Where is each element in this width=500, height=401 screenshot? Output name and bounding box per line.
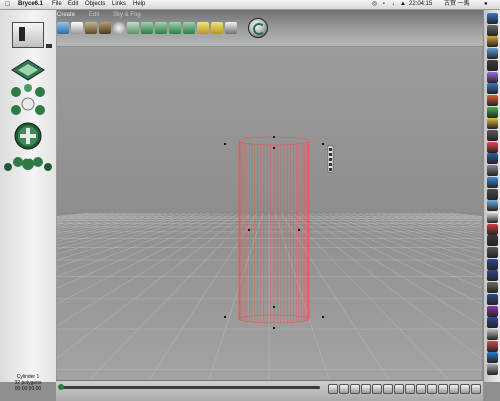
dock-system-prefs-icon[interactable] <box>487 24 498 36</box>
tab-sky-fog[interactable]: Sky & Fog <box>113 11 141 19</box>
apple-menu-icon[interactable]:  <box>5 0 10 9</box>
dock-camera-icon[interactable] <box>487 235 498 247</box>
ground-plane-tool-icon[interactable] <box>85 22 97 34</box>
help-button[interactable] <box>471 384 481 394</box>
camera-pan-icon[interactable] <box>11 97 45 115</box>
reset-button[interactable] <box>460 384 470 394</box>
play-button[interactable] <box>339 384 349 394</box>
dock-mail-icon[interactable] <box>487 36 498 48</box>
dock-after-effects-icon[interactable] <box>487 293 498 305</box>
dock-premiere-icon[interactable] <box>487 305 498 317</box>
dock-disk-utility-icon[interactable] <box>487 130 498 141</box>
timecode: 00:00:00.00 <box>14 386 42 392</box>
dock-photo-icon[interactable] <box>487 94 498 106</box>
render-controls-icon[interactable] <box>4 153 52 171</box>
dock-dictionary-icon[interactable] <box>487 153 498 165</box>
control-panel: Cylinder 1 32 polygons 00:00:00.00 <box>0 10 57 392</box>
dock-console-icon[interactable] <box>487 188 498 200</box>
timeline-scrubber[interactable] <box>58 384 64 390</box>
menu-clock[interactable]: 22:04:15 <box>409 0 432 9</box>
torus-tool-icon[interactable] <box>183 22 195 34</box>
dock-itunes-icon[interactable] <box>487 71 498 83</box>
selection-info: Cylinder 1 32 polygons 00:00:00.00 <box>0 374 56 392</box>
camera-controls <box>4 59 52 171</box>
spotlight-search-icon[interactable]: ● <box>484 0 488 9</box>
dock-ichat-icon[interactable] <box>487 200 498 212</box>
zoom-control-icon[interactable] <box>14 122 42 150</box>
memory-dots-button[interactable] <box>383 384 393 394</box>
create-tools <box>57 22 247 44</box>
dock-network-icon[interactable] <box>487 352 498 364</box>
bryce-logo-icon[interactable] <box>248 18 268 38</box>
dock-safari-icon[interactable] <box>487 48 498 60</box>
forward-button[interactable] <box>350 384 360 394</box>
dock-browser-icon[interactable] <box>487 176 498 188</box>
terrain-tool-icon[interactable] <box>99 22 111 34</box>
tab-create[interactable]: Create <box>57 11 75 19</box>
preferences-button[interactable] <box>449 384 459 394</box>
3d-viewport[interactable] <box>57 47 482 380</box>
menu-links[interactable]: Links <box>112 0 126 9</box>
input-icon[interactable]: ▲ <box>400 0 406 9</box>
dock-terminal-icon[interactable] <box>487 59 498 71</box>
render-button[interactable] <box>427 384 437 394</box>
dock-address-book-icon[interactable] <box>487 83 498 95</box>
dock-finder-icon[interactable] <box>487 13 498 24</box>
bluetooth-icon[interactable]: ⋆ <box>382 0 386 9</box>
dock-golive-icon[interactable] <box>487 317 498 329</box>
app-menu[interactable]: Bryce6.1 <box>18 0 43 9</box>
dock-acrobat-icon[interactable] <box>487 223 498 235</box>
dock <box>483 10 500 382</box>
menu-help[interactable]: Help <box>133 0 145 9</box>
dock-utility-icon[interactable] <box>487 165 498 177</box>
spotlight-icon[interactable]: ◎ <box>372 0 377 9</box>
2d-picture-tool-icon[interactable] <box>225 22 237 34</box>
dock-preview-icon[interactable] <box>487 328 498 340</box>
system-menu-bar:  Bryce6.1 File Edit Objects Links Help … <box>0 0 500 10</box>
spotlight-tool-icon[interactable] <box>211 22 223 34</box>
camera-button[interactable] <box>438 384 448 394</box>
object-attribute-tags[interactable] <box>327 145 334 173</box>
scene-canvas <box>57 47 482 380</box>
animation-bar <box>56 380 483 401</box>
cube-tool-icon[interactable] <box>169 22 181 34</box>
options-button[interactable] <box>394 384 404 394</box>
light-tool-icon[interactable] <box>197 22 209 34</box>
tab-edit[interactable]: Edit <box>89 11 99 19</box>
dock-pdf-icon[interactable] <box>487 141 498 153</box>
tree-lab-button[interactable] <box>405 384 415 394</box>
menu-file[interactable]: File <box>52 0 62 9</box>
dock-bryce-icon[interactable] <box>487 247 498 258</box>
tree-tool-icon[interactable] <box>127 22 139 34</box>
user-menu[interactable]: 古賀 一馬 <box>444 0 470 9</box>
sphere-tool-icon[interactable] <box>141 22 153 34</box>
rewind-button[interactable] <box>328 384 338 394</box>
menu-objects[interactable]: Objects <box>85 0 105 9</box>
volume-icon[interactable]: ♩ <box>392 0 398 9</box>
trackball-icon[interactable] <box>11 59 45 81</box>
add-keyframe-button[interactable] <box>361 384 371 394</box>
create-palette-bar: Create Edit Sky & Fog <box>0 10 500 46</box>
water-plane-tool-icon[interactable] <box>57 22 69 34</box>
dock-calculator-icon[interactable] <box>487 106 498 118</box>
dock-trash-icon[interactable] <box>487 364 498 375</box>
dock-illustrator-icon[interactable] <box>487 270 498 282</box>
dock-stickies-icon[interactable] <box>487 118 498 130</box>
remove-keyframe-button[interactable] <box>372 384 382 394</box>
nano-preview[interactable] <box>12 22 44 48</box>
rock-tool-icon[interactable] <box>113 22 125 34</box>
advanced-motion-button[interactable] <box>416 384 426 394</box>
dock-textedit-icon[interactable] <box>487 211 498 223</box>
dock-hammer-icon[interactable] <box>487 340 498 352</box>
cylinder-tool-icon[interactable] <box>155 22 167 34</box>
dock-photoshop-icon[interactable] <box>487 258 498 270</box>
cloud-plane-tool-icon[interactable] <box>71 22 83 34</box>
menu-edit[interactable]: Edit <box>68 0 78 9</box>
camera-cross-control-icon[interactable] <box>11 84 45 97</box>
timeline-track[interactable] <box>60 386 320 389</box>
dock-indesign-icon[interactable] <box>487 282 498 294</box>
